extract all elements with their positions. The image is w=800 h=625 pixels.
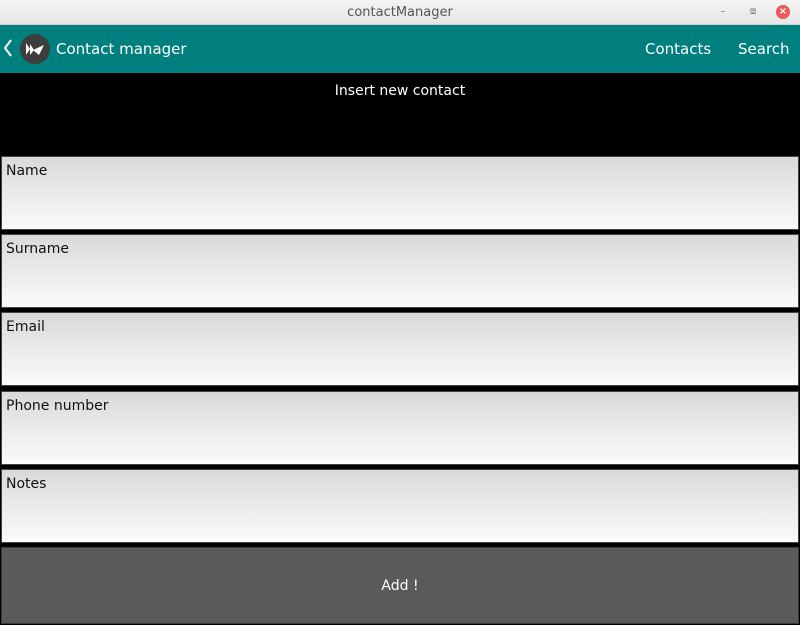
window-title: contactManager [347, 5, 453, 20]
add-button[interactable]: Add ! [1, 547, 799, 624]
surname-field[interactable]: Surname [1, 234, 799, 308]
surname-placeholder: Surname [6, 241, 69, 257]
contacts-button[interactable]: Contacts [645, 40, 711, 58]
notes-placeholder: Notes [6, 476, 47, 492]
name-placeholder: Name [6, 163, 48, 179]
close-icon[interactable]: × [776, 5, 790, 19]
form-header: Insert new contact [334, 83, 466, 99]
kivy-logo-icon [20, 34, 50, 64]
action-bar: Contact manager Contacts Search [0, 25, 800, 73]
name-field[interactable]: Name [1, 156, 799, 230]
email-placeholder: Email [6, 319, 45, 335]
phone-number-field[interactable]: Phone number [1, 391, 799, 465]
restore-icon[interactable]: ⧈ [746, 5, 760, 19]
email-field[interactable]: Email [1, 312, 799, 386]
window-titlebar: contactManager – ⧈ × [0, 0, 800, 25]
search-button[interactable]: Search [738, 40, 790, 58]
app-title: Contact manager [56, 40, 187, 58]
add-button-label: Add ! [381, 578, 419, 594]
back-arrow-icon[interactable] [2, 36, 14, 60]
notes-field[interactable]: Notes [1, 469, 799, 543]
minimize-icon[interactable]: – [716, 5, 730, 19]
phone-number-placeholder: Phone number [6, 398, 109, 414]
